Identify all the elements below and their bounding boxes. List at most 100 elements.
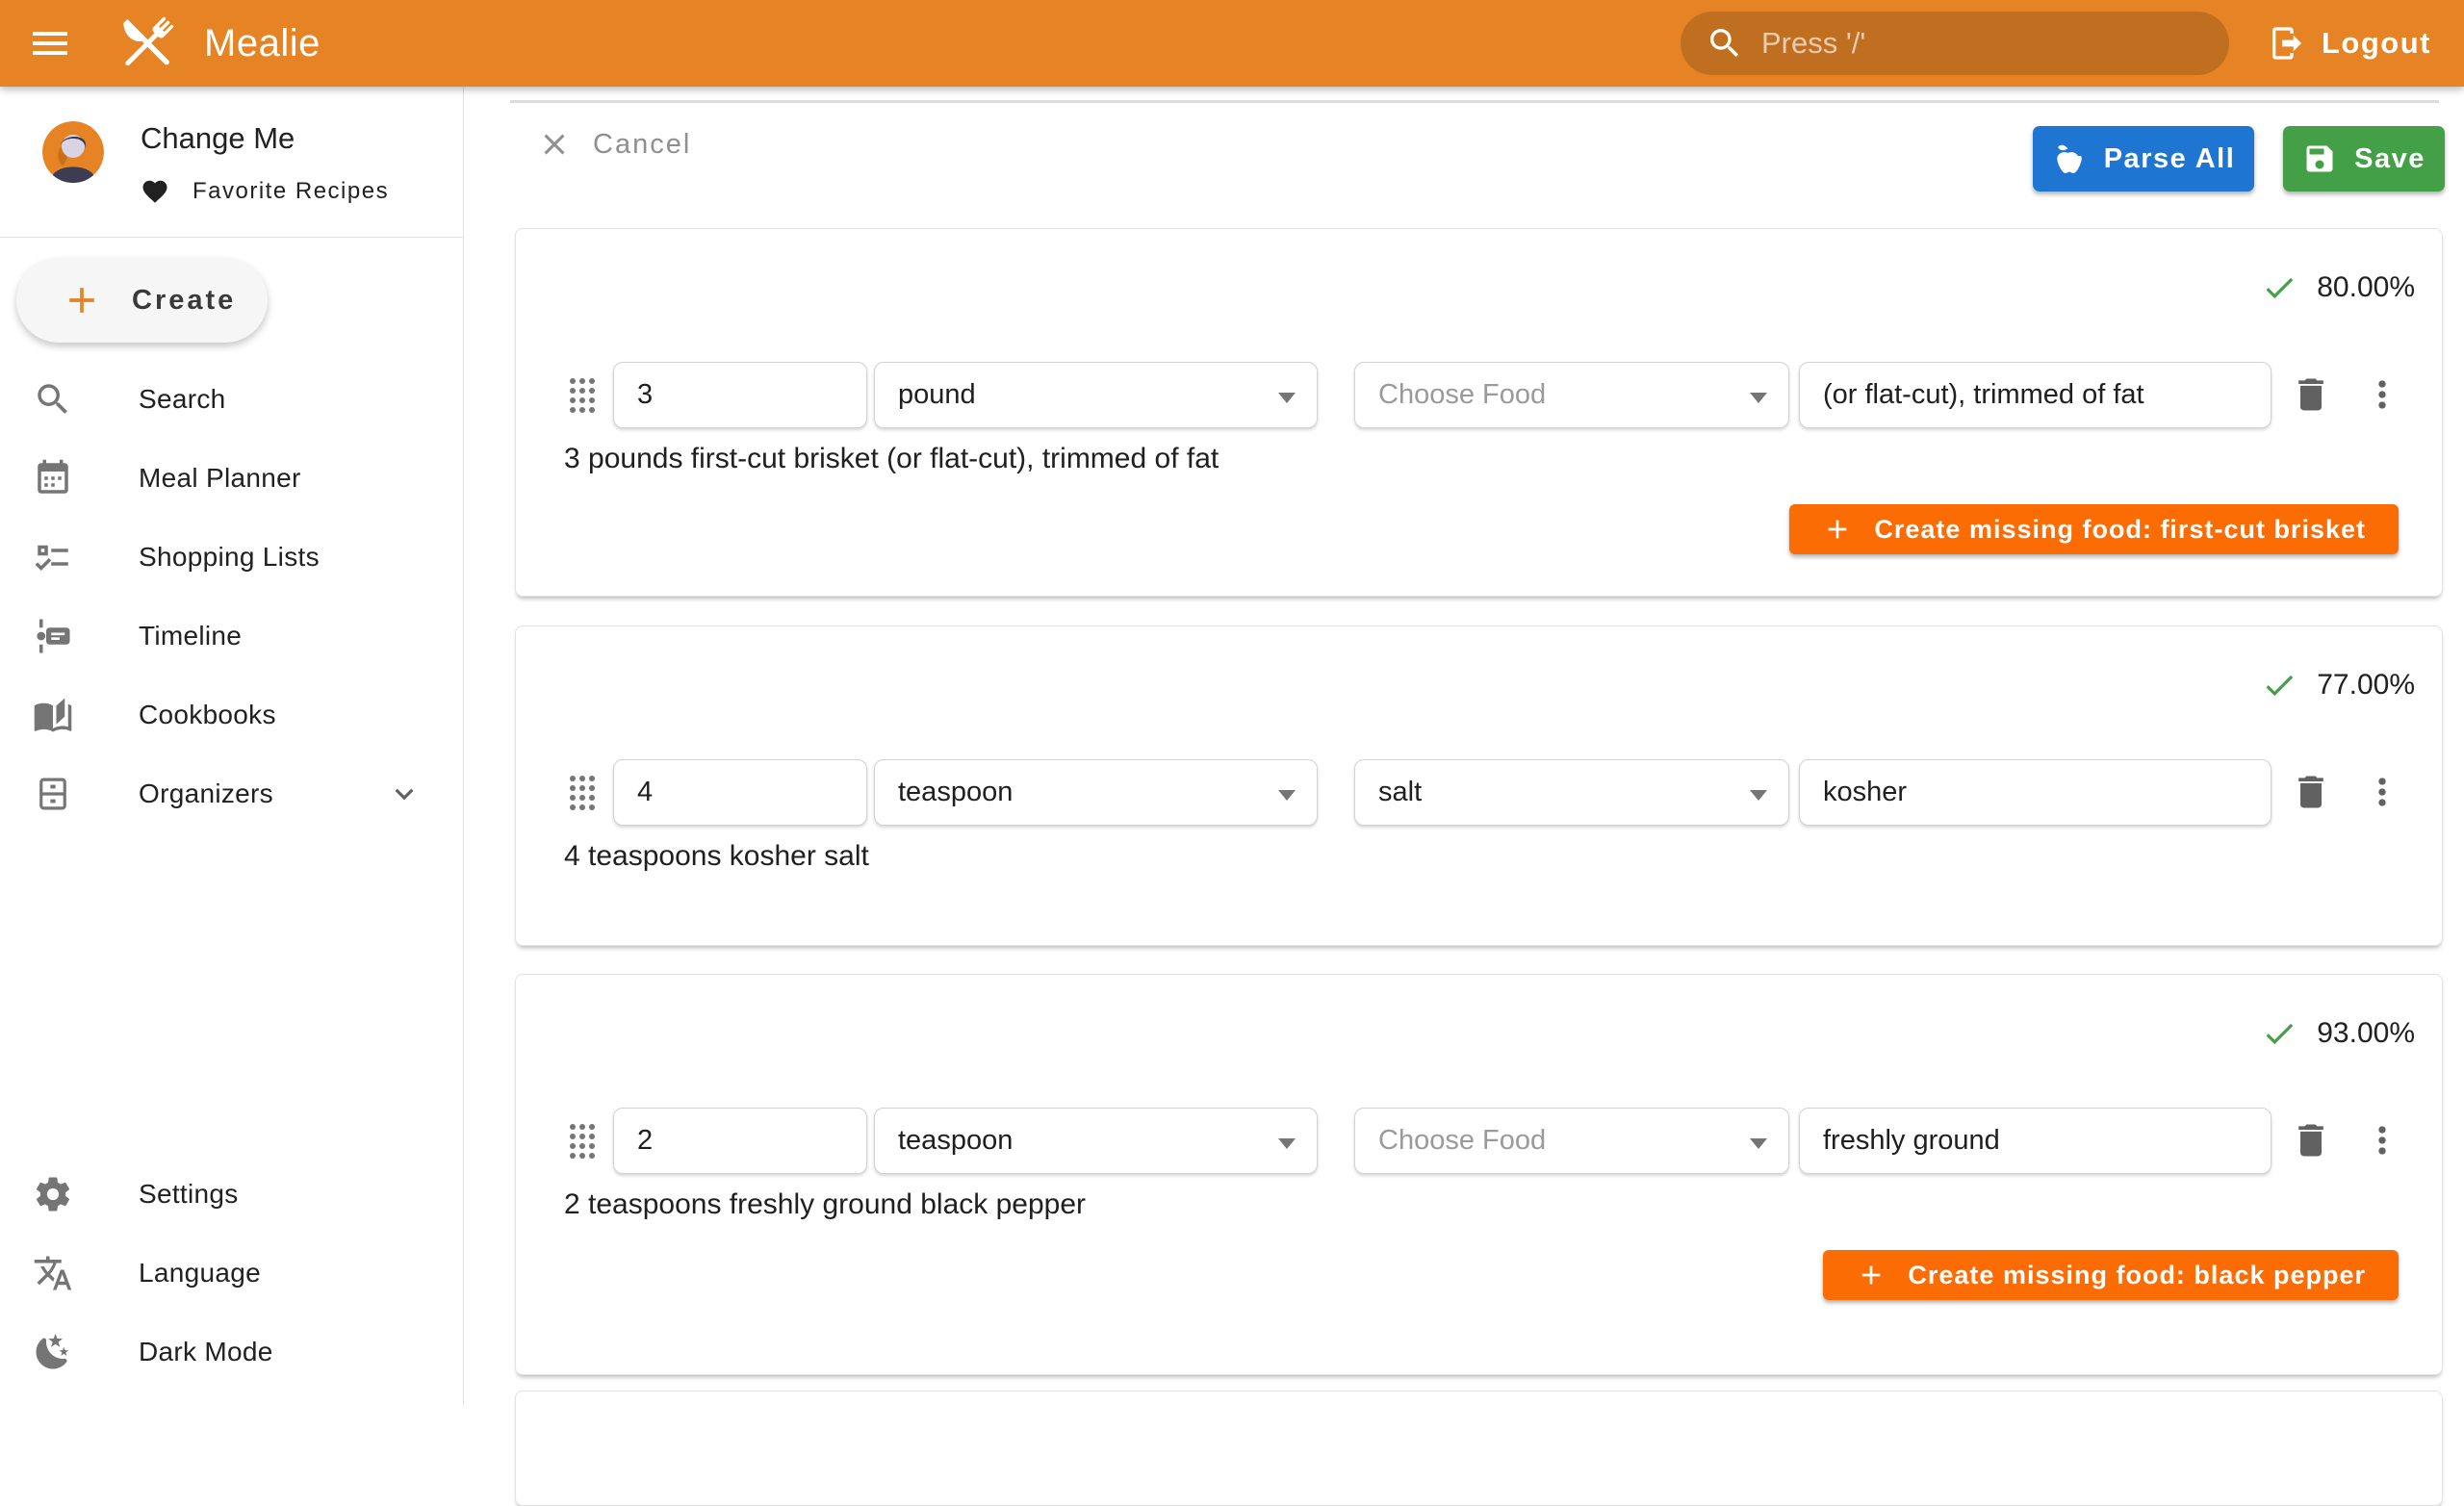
avatar[interactable]: [42, 121, 104, 183]
sidebar-item-language[interactable]: Language: [0, 1234, 463, 1313]
drag-handle-icon[interactable]: [569, 775, 596, 811]
delete-icon[interactable]: [2290, 373, 2332, 416]
delete-icon[interactable]: [2290, 771, 2332, 813]
create-missing-food-label: Create missing food: first-cut brisket: [1874, 515, 2366, 545]
ingredient-card: 93.00% teaspoon Choose Food 2 teaspoons …: [515, 974, 2443, 1375]
create-missing-food-button[interactable]: Create missing food: first-cut brisket: [1789, 504, 2399, 554]
sidebar-item-label: Dark Mode: [139, 1337, 273, 1367]
confidence-value: 80.00%: [2317, 271, 2415, 304]
quantity-input[interactable]: [613, 1108, 867, 1174]
app-bar: Mealie Logout: [0, 0, 2464, 87]
cancel-label: Cancel: [593, 129, 691, 161]
plus-icon: [1822, 514, 1853, 545]
food-placeholder: Choose Food: [1378, 1125, 1546, 1157]
create-missing-food-button[interactable]: Create missing food: black pepper: [1823, 1250, 2399, 1300]
sidebar-item-shopping-lists[interactable]: Shopping Lists: [0, 518, 463, 597]
drag-handle-icon[interactable]: [569, 1123, 596, 1160]
unit-value: teaspoon: [898, 777, 1013, 808]
note-input[interactable]: [1799, 362, 2272, 428]
logout-icon: [2268, 24, 2306, 63]
check-icon: [2261, 667, 2297, 703]
sidebar-item-dark-mode[interactable]: Dark Mode: [0, 1313, 463, 1391]
sidebar-divider: [0, 237, 463, 238]
apple-icon: [2052, 141, 2087, 176]
confidence-value: 77.00%: [2317, 669, 2415, 702]
create-missing-food-label: Create missing food: black pepper: [1908, 1261, 2366, 1290]
translate-icon: [33, 1253, 73, 1293]
sidebar-item-label: Meal Planner: [139, 463, 301, 494]
sidebar-item-meal-planner[interactable]: Meal Planner: [0, 439, 463, 518]
favorite-recipes-link[interactable]: Favorite Recipes: [141, 177, 389, 206]
sidebar-item-label: Settings: [139, 1179, 239, 1210]
unit-value: pound: [898, 379, 976, 411]
plus-icon: [61, 279, 103, 321]
food-select[interactable]: Choose Food: [1354, 1108, 1789, 1174]
main-content: Cancel Parse All Save 80.00% pound Choos…: [464, 87, 2464, 1405]
dropdown-arrow-icon: [1278, 790, 1296, 801]
app-title: Mealie: [204, 22, 321, 65]
food-value: salt: [1378, 777, 1422, 808]
quantity-input[interactable]: [613, 759, 867, 826]
kebab-menu-icon[interactable]: [2361, 373, 2403, 416]
food-select[interactable]: salt: [1354, 759, 1789, 826]
dropdown-arrow-icon: [1278, 1138, 1296, 1149]
sidebar-item-timeline[interactable]: Timeline: [0, 597, 463, 676]
unit-select[interactable]: teaspoon: [874, 759, 1318, 826]
mealie-logo-icon: [112, 8, 183, 79]
dropdown-arrow-icon: [1278, 393, 1296, 403]
gear-icon: [33, 1174, 73, 1214]
sidebar: Change Me Favorite Recipes Create Search…: [0, 87, 464, 1405]
dropdown-arrow-icon: [1750, 1138, 1767, 1149]
search-bar[interactable]: [1681, 12, 2229, 75]
sidebar-item-search[interactable]: Search: [0, 360, 463, 439]
moon-icon: [33, 1332, 73, 1372]
kebab-menu-icon[interactable]: [2361, 771, 2403, 813]
search-icon: [1706, 24, 1744, 63]
parse-all-button[interactable]: Parse All: [2033, 126, 2254, 191]
ingredient-card: 77.00% teaspoon salt 4 teaspoons kosher …: [515, 625, 2443, 946]
user-name: Change Me: [141, 121, 389, 156]
original-ingredient-text: 3 pounds first-cut brisket (or flat-cut)…: [564, 443, 1219, 475]
parse-confidence: 80.00%: [2261, 269, 2415, 306]
dropdown-arrow-icon: [1750, 393, 1767, 403]
sidebar-item-organizers[interactable]: Organizers: [0, 754, 463, 833]
delete-icon[interactable]: [2290, 1119, 2332, 1161]
note-input[interactable]: [1799, 1108, 2272, 1174]
sidebar-item-cookbooks[interactable]: Cookbooks: [0, 676, 463, 754]
logout-button[interactable]: Logout: [2268, 24, 2431, 63]
save-button[interactable]: Save: [2283, 126, 2445, 191]
parse-confidence: 93.00%: [2261, 1015, 2415, 1052]
sidebar-item-label: Language: [139, 1258, 261, 1289]
close-icon: [537, 127, 572, 162]
food-select[interactable]: Choose Food: [1354, 362, 1789, 428]
sidebar-item-label: Search: [139, 384, 226, 415]
sidebar-item-label: Shopping Lists: [139, 542, 320, 573]
note-input[interactable]: [1799, 759, 2272, 826]
dropdown-arrow-icon: [1750, 790, 1767, 801]
original-ingredient-text: 2 teaspoons freshly ground black pepper: [564, 1188, 1086, 1221]
kebab-menu-icon[interactable]: [2361, 1119, 2403, 1161]
sidebar-item-settings[interactable]: Settings: [0, 1155, 463, 1234]
ingredient-card: 80.00% pound Choose Food 3 pounds first-…: [515, 228, 2443, 597]
check-icon: [2261, 269, 2297, 306]
ingredient-card-partial: [515, 1391, 2443, 1506]
plus-icon: [1856, 1260, 1886, 1290]
search-input[interactable]: [1761, 26, 2166, 61]
cabinet-icon: [33, 774, 73, 814]
menu-icon[interactable]: [27, 20, 73, 66]
unit-select[interactable]: pound: [874, 362, 1318, 428]
scrolled-card-edge: [510, 100, 2439, 103]
create-button[interactable]: Create: [16, 258, 268, 343]
quantity-input[interactable]: [613, 362, 867, 428]
chevron-down-icon[interactable]: [386, 776, 423, 812]
cancel-button[interactable]: Cancel: [537, 127, 691, 162]
logout-label: Logout: [2322, 26, 2431, 61]
check-icon: [2261, 1015, 2297, 1052]
food-placeholder: Choose Food: [1378, 379, 1546, 411]
sidebar-item-label: Organizers: [139, 779, 273, 809]
drag-handle-icon[interactable]: [569, 377, 596, 414]
parse-all-label: Parse All: [2104, 143, 2236, 175]
parse-confidence: 77.00%: [2261, 667, 2415, 703]
save-label: Save: [2354, 143, 2426, 175]
unit-select[interactable]: teaspoon: [874, 1108, 1318, 1174]
